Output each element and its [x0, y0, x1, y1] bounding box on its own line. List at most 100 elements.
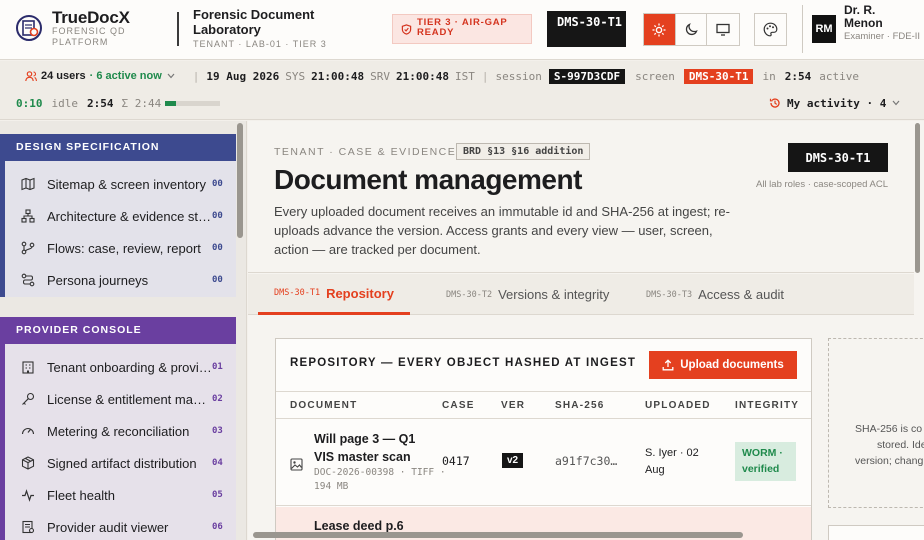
version-badge: v2 — [502, 453, 524, 468]
upload-label: Upload documents — [680, 359, 784, 371]
column-header-uploaded[interactable]: UPLOADED — [645, 400, 711, 411]
info-note-line: version; chang — [855, 455, 924, 467]
sidebar-item-label: Flows: case, review, report — [47, 240, 201, 256]
horizontal-scrollbar[interactable] — [253, 532, 743, 538]
brand-logo-icon — [16, 15, 42, 41]
map-icon — [21, 177, 35, 191]
tab-access-audit[interactable]: DMS-30-T3 Access & audit — [646, 274, 784, 315]
info-note-line: stored. Iden — [877, 439, 924, 451]
column-header-sha[interactable]: SHA-256 — [555, 400, 605, 411]
srv-label: SRV — [370, 69, 391, 83]
screen-code-badge: DMS-30-T1 — [547, 11, 626, 47]
status-row-top: 24 users · 6 active now | 19 Aug 2026 SY… — [0, 67, 859, 85]
tab-repository[interactable]: DMS-30-T1 Repository — [258, 274, 410, 315]
package-icon — [21, 456, 35, 470]
tab-versions[interactable]: DMS-30-T2 Versions & integrity — [446, 274, 609, 315]
column-header-case[interactable]: CASE — [442, 400, 475, 411]
tier-badge-label: TIER 3 · AIR-GAP READY — [417, 17, 508, 38]
shield-icon — [401, 24, 412, 35]
screen-code-box: DMS-30-T1 — [788, 143, 888, 172]
sidebar-item-number: 00 — [212, 275, 223, 285]
sys-time: 21:00:48 — [311, 69, 365, 83]
sidebar-scrollbar[interactable] — [237, 123, 243, 238]
lab-name: Forensic Document Laboratory — [193, 7, 315, 37]
sidebar-item-label: Provider audit viewer — [47, 519, 169, 535]
table-row[interactable]: Will page 3 — Q1 VIS master scan DOC-202… — [276, 420, 811, 506]
user-role: Examiner · FDE-II — [844, 31, 921, 42]
dark-theme-button[interactable] — [676, 14, 708, 45]
column-header-integrity[interactable]: INTEGRITY — [735, 400, 799, 411]
sidebar-item-number: 05 — [212, 490, 223, 500]
flow-icon — [21, 241, 35, 255]
session-status-bar: 24 users · 6 active now | 19 Aug 2026 SY… — [0, 61, 924, 120]
sidebar-item-architecture[interactable]: Architecture & evidence store 00 — [5, 200, 236, 232]
palette-button[interactable] — [754, 13, 787, 46]
sidebar-item-tenant-onboarding[interactable]: Tenant onboarding & provisioning 01 — [5, 351, 236, 383]
sidebar-item-fleet-health[interactable]: Fleet health 05 — [5, 479, 236, 511]
users-count[interactable]: 24 users — [41, 70, 86, 82]
pulse-icon — [22, 489, 34, 502]
repository-title: REPOSITORY — EVERY OBJECT HASHED AT INGE… — [290, 357, 637, 369]
active-time: 0:10 — [16, 96, 43, 110]
my-activity-menu[interactable]: My activity · 4 — [769, 94, 900, 112]
my-activity-label: My activity · 4 — [787, 96, 887, 110]
avatar[interactable]: RM — [812, 15, 836, 43]
main-content: TENANT · CASE & EVIDENCE BRD §13 §16 add… — [248, 121, 924, 540]
sidebar-item-label: Sitemap & screen inventory — [47, 176, 206, 192]
brand-name: TrueDocX — [52, 8, 130, 27]
key-icon — [22, 392, 35, 405]
document-title[interactable]: Will page 3 — Q1 VIS master scan — [314, 430, 424, 466]
sidebar-item-number: 06 — [212, 522, 223, 532]
sidebar-item-metering[interactable]: Metering & reconciliation 03 — [5, 415, 236, 447]
image-file-icon — [290, 458, 303, 471]
sidebar-item-label: Tenant onboarding & provisioning — [47, 359, 212, 375]
session-date: 19 Aug 2026 — [206, 69, 280, 83]
sidebar-item-label: Signed artifact distribution — [47, 455, 197, 471]
info-note-card: SHA-256 is co stored. Iden version; chan… — [828, 338, 924, 508]
architecture-icon — [21, 209, 35, 223]
moon-icon — [685, 23, 698, 36]
table-header: DOCUMENT CASE VER SHA-256 UPLOADED INTEG… — [276, 391, 811, 419]
tier-badge: TIER 3 · AIR-GAP READY — [392, 14, 532, 44]
column-header-version[interactable]: VER — [501, 400, 525, 411]
sidebar-item-number: 00 — [212, 179, 223, 189]
audit-icon — [22, 520, 35, 534]
column-header-document[interactable]: DOCUMENT — [290, 400, 357, 411]
sidebar-item-label: Persona journeys — [47, 272, 149, 288]
active-users[interactable]: · 6 active now — [90, 70, 162, 82]
tab-bar: DMS-30-T1 Repository DMS-30-T2 Versions … — [248, 274, 914, 315]
in-label: in — [762, 69, 776, 83]
sidebar-item-flows[interactable]: Flows: case, review, report 00 — [5, 232, 236, 264]
design-spec-header: DESIGN SPECIFICATION — [0, 134, 236, 161]
sidebar-item-audit-viewer[interactable]: Provider audit viewer 06 — [5, 511, 236, 540]
sidebar-item-artifacts[interactable]: Signed artifact distribution 04 — [5, 447, 236, 479]
info-note-text: SHA-256 is co stored. Iden version; chan… — [855, 421, 924, 469]
main-scrollbar[interactable] — [915, 123, 920, 273]
sidebar-item-persona[interactable]: Persona journeys 00 — [5, 264, 236, 296]
chevron-down-icon[interactable] — [167, 73, 175, 79]
secondary-card — [828, 525, 924, 540]
sidebar-item-number: 00 — [212, 211, 223, 221]
tab-label: Access & audit — [698, 287, 785, 302]
total-time: Σ 2:44 — [121, 96, 162, 110]
sidebar-item-label: Fleet health — [47, 487, 115, 503]
screen-label: screen — [635, 69, 675, 83]
upload-documents-button[interactable]: Upload documents — [649, 351, 797, 379]
tab-code: DMS-30-T1 — [274, 288, 321, 298]
light-theme-button[interactable] — [644, 14, 676, 45]
sidebar-item-number: 03 — [212, 426, 223, 436]
design-spec-section: Sitemap & screen inventory 00 Architectu… — [0, 161, 236, 297]
top-header: TrueDocX FORENSIC QD PLATFORM Forensic D… — [0, 0, 924, 60]
system-theme-button[interactable] — [707, 14, 739, 45]
status-row-bottom: 0:10 idle 2:54 Σ 2:44 — [16, 94, 221, 112]
gauge-icon — [21, 428, 35, 435]
breadcrumb: TENANT · CASE & EVIDENCE — [274, 146, 457, 158]
upload-icon — [662, 359, 674, 371]
sidebar-item-sitemap[interactable]: Sitemap & screen inventory 00 — [5, 168, 236, 200]
tab-label: Repository — [326, 285, 394, 301]
user-name: Dr. R. Menon — [844, 3, 883, 30]
case-number: 0417 — [442, 454, 470, 468]
sidebar-item-license[interactable]: License & entitlement management 02 — [5, 383, 236, 415]
timezone: IST — [455, 69, 475, 83]
uploaded-by: S. Iyer · 02 Aug — [645, 447, 699, 476]
